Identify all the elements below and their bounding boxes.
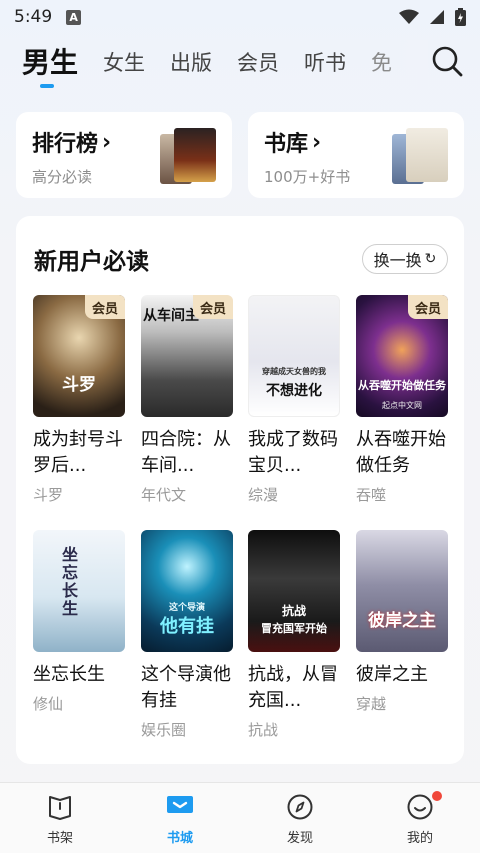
library-card[interactable]: 书库 › 100万+好书 (248, 112, 464, 198)
chevron-right-icon: › (102, 129, 112, 155)
book-cover: 从车间主 会员 (141, 295, 233, 417)
book-tag: 抗战 (248, 721, 279, 739)
new-user-section: 新用户必读 换一换 ↻ 斗罗 会员 成为封号斗罗后... 斗罗 从车间主 会员 … (16, 216, 464, 764)
nav-label: 书城 (166, 831, 193, 846)
book-title: 我成了数码宝贝... (248, 429, 338, 476)
book-cover: 从吞噬开始做任务 起点中文网 会员 (356, 295, 448, 417)
section-title: 新用户必读 (34, 249, 149, 275)
status-time: 5:49 (14, 7, 53, 27)
book-cover-thumb (406, 128, 448, 182)
battery-icon (455, 8, 466, 26)
book-card[interactable]: 从车间主 会员 四合院：从车间... 年代文 (141, 295, 233, 505)
book-card[interactable]: 这个导演 他有挂 这个导演他有挂 娱乐圈 (141, 530, 233, 740)
cover-text: 不想进化 (266, 383, 322, 399)
library-covers (392, 128, 448, 184)
book-cover: 穿越成天女兽的我 不想进化 (248, 295, 340, 417)
status-bar: 5:49 A (0, 0, 480, 34)
chevron-right-icon: › (312, 129, 322, 155)
book-card[interactable]: 从吞噬开始做任务 起点中文网 会员 从吞噬开始做任务 吞噬 (356, 295, 448, 505)
bookstore-icon (167, 796, 193, 813)
cover-text: 冒充国军开始 (261, 622, 327, 635)
cover-text: 坐忘长生 (61, 545, 78, 618)
nav-bookstore[interactable]: 书城 (120, 783, 240, 853)
tab-publish[interactable]: 出版 (170, 40, 212, 86)
book-card[interactable]: 抗战 冒充国军开始 抗战，从冒充国... 抗战 (248, 530, 340, 740)
cover-text: 从车间主 (143, 308, 199, 324)
book-title: 坐忘长生 (33, 664, 105, 685)
tab-vip[interactable]: 会员 (237, 40, 279, 86)
book-cover: 抗战 冒充国军开始 (248, 530, 340, 652)
compass-icon (287, 794, 313, 820)
book-tag: 娱乐圈 (141, 721, 187, 739)
book-title: 彼岸之主 (356, 664, 428, 685)
refresh-label: 换一换 (373, 251, 422, 270)
tab-male[interactable]: 男生 (22, 40, 78, 88)
signal-icon (430, 10, 444, 24)
book-card[interactable]: 坐忘长生 坐忘长生 修仙 (33, 530, 125, 714)
book-title: 这个导演他有挂 (141, 664, 231, 711)
vip-badge: 会员 (408, 295, 448, 319)
book-cover: 彼岸之主 (356, 530, 448, 652)
book-tag: 穿越 (356, 695, 387, 713)
nav-label: 书架 (46, 831, 73, 846)
book-title: 成为封号斗罗后... (33, 429, 123, 476)
library-title-text: 书库 (264, 132, 309, 157)
cover-text: 彼岸之主 (368, 611, 436, 631)
book-tag: 年代文 (141, 486, 187, 504)
book-cover: 坐忘长生 (33, 530, 125, 652)
cover-text: 他有挂 (160, 616, 214, 637)
vip-badge: 会员 (193, 295, 233, 319)
refresh-icon: ↻ (424, 251, 437, 267)
tab-female[interactable]: 女生 (103, 40, 145, 86)
search-icon[interactable] (430, 44, 464, 78)
refresh-button[interactable]: 换一换 ↻ (362, 244, 448, 274)
book-tag: 斗罗 (33, 486, 64, 504)
ranking-title-text: 排行榜 (32, 132, 99, 157)
vip-badge: 会员 (85, 295, 125, 319)
cover-text: 从吞噬开始做任务 (358, 379, 446, 392)
profile-icon (407, 794, 433, 820)
book-cover: 斗罗 会员 (33, 295, 125, 417)
wifi-icon (399, 9, 419, 24)
book-title: 抗战，从冒充国... (248, 664, 338, 711)
nav-label: 我的 (406, 831, 433, 846)
status-right (399, 8, 466, 26)
bookshelf-icon (49, 796, 71, 820)
book-card[interactable]: 穿越成天女兽的我 不想进化 我成了数码宝贝... 综漫 (248, 295, 340, 505)
book-tag: 综漫 (248, 486, 279, 504)
book-card[interactable]: 彼岸之主 彼岸之主 穿越 (356, 530, 448, 714)
nav-bookshelf[interactable]: 书架 (0, 783, 120, 853)
cover-art: 斗罗 (62, 375, 96, 395)
notification-a-icon: A (66, 9, 82, 25)
bottom-nav: 书架 书城 发现 我的 (0, 782, 480, 853)
book-title: 四合院：从车间... (141, 429, 231, 476)
entry-cards: 排行榜 › 高分必读 书库 › 100万+好书 (16, 112, 464, 198)
tab-audiobook[interactable]: 听书 (304, 40, 346, 86)
tabs-fade-overlay (388, 40, 428, 90)
cover-subtext: 抗战 (281, 604, 306, 618)
book-cover: 这个导演 他有挂 (141, 530, 233, 652)
book-tag: 修仙 (33, 695, 64, 713)
nav-profile[interactable]: 我的 (360, 783, 480, 853)
book-cover-thumb (174, 128, 216, 182)
cover-subtext: 穿越成天女兽的我 (262, 367, 326, 376)
ranking-covers (160, 128, 216, 184)
ranking-card[interactable]: 排行榜 › 高分必读 (16, 112, 232, 198)
book-title: 从吞噬开始做任务 (356, 429, 446, 476)
cover-subtext: 起点中文网 (382, 401, 422, 410)
book-card[interactable]: 斗罗 会员 成为封号斗罗后... 斗罗 (33, 295, 125, 505)
notification-badge (432, 791, 442, 801)
book-tag: 吞噬 (356, 486, 387, 504)
nav-label: 发现 (286, 831, 313, 846)
nav-discover[interactable]: 发现 (240, 783, 360, 853)
